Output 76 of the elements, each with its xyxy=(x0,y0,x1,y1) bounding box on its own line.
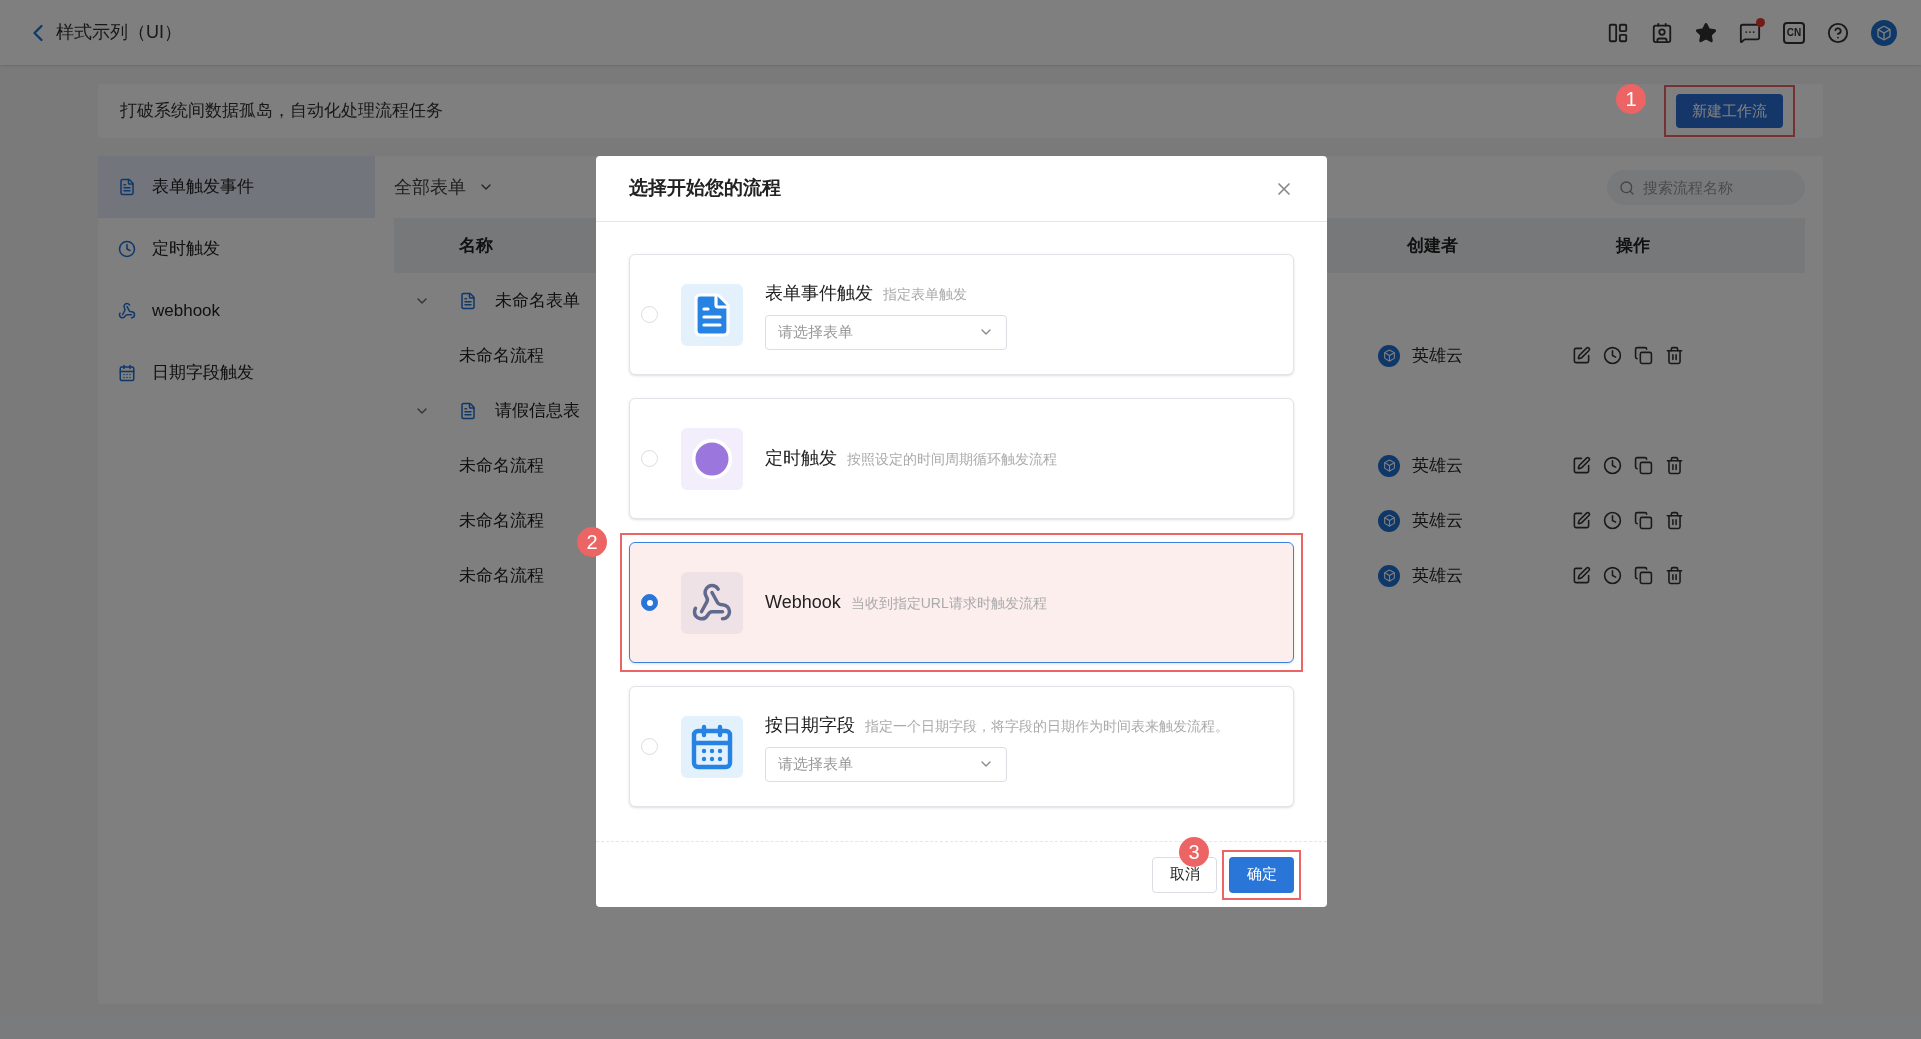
column-header: 创建者 xyxy=(1407,234,1458,257)
table-cell: 未命名流程 xyxy=(459,510,544,530)
delete-icon[interactable] xyxy=(1665,456,1684,475)
star-icon[interactable] xyxy=(1695,21,1717,44)
option-description: 指定一个日期字段，将字段的日期作为时间表来触发流程。 xyxy=(865,716,1229,736)
table-cell-text: 英雄云 xyxy=(1412,564,1464,587)
creator-avatar xyxy=(1378,454,1400,477)
option-title: 按日期字段 xyxy=(765,713,855,737)
dialog-title: 选择开始您的流程 xyxy=(629,176,781,201)
sidebar-label: 表单触发事件 xyxy=(152,176,254,199)
option-description: 指定表单触发 xyxy=(883,284,967,304)
step-number-badge: 1 xyxy=(1616,84,1646,114)
form-filter-dropdown[interactable]: 全部表单 xyxy=(394,173,494,201)
language-button[interactable]: CN xyxy=(1783,21,1805,44)
webhook-icon xyxy=(118,302,136,320)
option-title: Webhook xyxy=(765,591,841,614)
radio-button[interactable] xyxy=(641,594,658,611)
creator-avatar xyxy=(1378,509,1400,532)
document-icon xyxy=(459,401,477,420)
copy-icon[interactable] xyxy=(1634,346,1653,365)
calendar-icon xyxy=(118,364,136,382)
sidebar-item[interactable]: 表单触发事件 xyxy=(98,156,375,218)
trigger-option-card[interactable]: 定时触发 按照设定的时间周期循环触发流程 xyxy=(629,398,1294,519)
layout-icon[interactable] xyxy=(1607,21,1629,44)
sidebar-label: 定时触发 xyxy=(152,238,220,261)
copy-icon[interactable] xyxy=(1634,511,1653,530)
edit-icon[interactable] xyxy=(1572,456,1591,475)
form-select[interactable]: 请选择表单 xyxy=(765,746,1007,782)
banner-text: 打破系统间数据孤岛，自动化处理流程任务 xyxy=(120,100,443,123)
sidebar-label: 日期字段触发 xyxy=(152,362,254,385)
copy-icon[interactable] xyxy=(1634,456,1653,475)
option-description: 按照设定的时间周期循环触发流程 xyxy=(847,450,1057,469)
delete-icon[interactable] xyxy=(1665,566,1684,585)
sidebar-item[interactable]: 日期字段触发 xyxy=(98,342,375,404)
sidebar-item[interactable]: 定时触发 xyxy=(98,218,375,280)
document-icon xyxy=(459,291,477,310)
new-workflow-button[interactable]: 新建工作流 xyxy=(1676,94,1783,128)
edit-icon[interactable] xyxy=(1572,566,1591,585)
column-header: 名称 xyxy=(459,234,493,257)
trigger-option-card[interactable]: 按日期字段 指定一个日期字段，将字段的日期作为时间表来触发流程。 请选择表单 xyxy=(629,686,1294,807)
confirm-button[interactable]: 确定 xyxy=(1229,856,1294,893)
search-icon xyxy=(1619,179,1635,196)
creator-avatar xyxy=(1378,564,1400,587)
table-cell: 未命名流程 xyxy=(459,345,544,365)
table-cell: 未命名流程 xyxy=(459,565,544,585)
table-cell-text: 英雄云 xyxy=(1412,509,1464,532)
sidebar-label: webhook xyxy=(152,300,221,323)
creator-avatar xyxy=(1378,344,1400,367)
edit-icon[interactable] xyxy=(1572,346,1591,365)
trigger-option-card[interactable]: 表单事件触发 指定表单触发 请选择表单 xyxy=(629,254,1294,375)
table-cell-text: 英雄云 xyxy=(1412,454,1464,477)
table-cell-text: 未命名表单 xyxy=(495,289,580,312)
calendar-icon xyxy=(681,715,743,778)
help-icon[interactable] xyxy=(1827,21,1849,44)
document-icon xyxy=(118,178,136,196)
option-description: 当收到指定URL请求时触发流程 xyxy=(850,594,1047,613)
edit-icon[interactable] xyxy=(1572,511,1591,530)
back-button[interactable]: 样式示列（UI） xyxy=(24,18,182,47)
delete-icon[interactable] xyxy=(1665,346,1684,365)
contact-card-icon[interactable] xyxy=(1651,21,1673,44)
option-title: 定时触发 xyxy=(765,447,837,470)
option-title: 表单事件触发 xyxy=(765,281,873,305)
column-header: 操作 xyxy=(1616,234,1650,257)
document-icon xyxy=(681,283,743,346)
delete-icon[interactable] xyxy=(1665,511,1684,530)
trigger-option-card[interactable]: Webhook 当收到指定URL请求时触发流程 xyxy=(629,542,1294,663)
avatar[interactable] xyxy=(1871,19,1897,46)
table-cell-text: 请假信息表 xyxy=(495,399,580,422)
step-number-badge: 2 xyxy=(577,527,607,557)
form-select[interactable]: 请选择表单 xyxy=(765,314,1007,350)
step-number-badge: 3 xyxy=(1179,836,1209,867)
webhook-icon xyxy=(681,571,743,634)
copy-icon[interactable] xyxy=(1634,566,1653,585)
table-cell-text: 英雄云 xyxy=(1412,344,1464,367)
table-cell: 未命名流程 xyxy=(459,455,544,475)
sidebar-item[interactable]: webhook xyxy=(98,280,375,342)
